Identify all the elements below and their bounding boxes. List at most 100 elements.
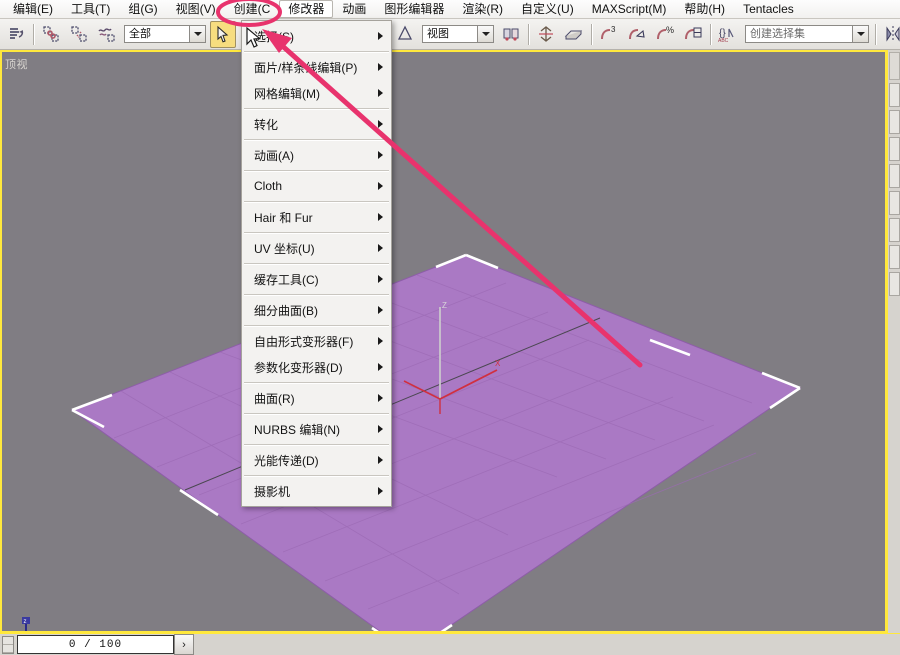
- menu-separator: [244, 139, 389, 140]
- menu-item-label: 光能传递(D): [254, 452, 378, 469]
- menu-item-parametric-deformers[interactable]: 参数化变形器(D): [242, 354, 391, 380]
- menu-item-help[interactable]: 帮助(H): [675, 0, 734, 18]
- menu-item-nurbs-editing[interactable]: NURBS 编辑(N): [242, 416, 391, 442]
- modifiers-dropdown[interactable]: 选择(S) 面片/样条线编辑(P) 网格编辑(M) 转化 动画(A) Cloth: [241, 20, 392, 507]
- submenu-arrow-icon: [378, 275, 383, 283]
- undo-button[interactable]: [3, 21, 29, 48]
- menu-item-free-form-deformers[interactable]: 自由形式变形器(F): [242, 328, 391, 354]
- menu-item-group[interactable]: 组(G): [119, 0, 166, 18]
- array-tool-button[interactable]: [561, 21, 587, 48]
- main-toolbar: 全部: [0, 19, 900, 50]
- spinner-snap-toggle-button[interactable]: [680, 21, 706, 48]
- menu-item-label: 网格编辑(M): [254, 85, 378, 102]
- menu-item-hair-and-fur[interactable]: Hair 和 Fur: [242, 204, 391, 230]
- svg-text:%: %: [666, 25, 674, 35]
- coord-system-value: 视图: [423, 26, 477, 42]
- command-panel-rollout[interactable]: [889, 218, 900, 242]
- snap-toggle-button[interactable]: 3: [596, 21, 622, 48]
- submenu-arrow-icon: [378, 394, 383, 402]
- percent-snap-toggle-button[interactable]: %: [652, 21, 678, 48]
- menu-item-label: 自由形式变形器(F): [254, 333, 378, 350]
- command-panel-rollout[interactable]: [889, 164, 900, 188]
- menu-item-animation-modifiers[interactable]: 动画(A): [242, 142, 391, 168]
- chevron-down-icon[interactable]: [477, 26, 493, 42]
- submenu-arrow-icon: [378, 456, 383, 464]
- select-and-scale-button[interactable]: [392, 21, 418, 48]
- menu-separator: [244, 444, 389, 445]
- menu-item-subdivision-surfaces[interactable]: 细分曲面(B): [242, 297, 391, 323]
- named-selection-set-combo[interactable]: 创建选择集: [745, 25, 869, 43]
- menu-item-rendering[interactable]: 渲染(R): [453, 0, 512, 18]
- menu-item-create[interactable]: 创建(C: [225, 0, 280, 18]
- command-panel-rollout[interactable]: [889, 110, 900, 134]
- submenu-arrow-icon: [378, 182, 383, 190]
- menu-separator: [244, 108, 389, 109]
- next-frame-button[interactable]: ›: [174, 634, 194, 655]
- mirror-button[interactable]: [880, 21, 900, 48]
- mirror-tool-button[interactable]: [533, 21, 559, 48]
- current-frame-field[interactable]: 0 / 100: [17, 635, 174, 654]
- select-object-button[interactable]: [210, 21, 236, 48]
- command-panel[interactable]: [887, 50, 900, 633]
- menu-item-mesh-editing[interactable]: 网格编辑(M): [242, 80, 391, 106]
- perspective-viewport[interactable]: Z X z x 顶视: [0, 50, 887, 633]
- selection-filter-combo[interactable]: 全部: [124, 25, 206, 43]
- menu-item-modifiers[interactable]: 修改器: [279, 0, 333, 18]
- menu-item-cache-tools[interactable]: 缓存工具(C): [242, 266, 391, 292]
- command-panel-tabs[interactable]: [889, 52, 900, 80]
- bind-to-space-warp-button[interactable]: [94, 21, 120, 48]
- unlink-selection-button[interactable]: [66, 21, 92, 48]
- menu-item-maxscript[interactable]: MAXScript(M): [583, 0, 676, 18]
- command-panel-rollout[interactable]: [889, 83, 900, 107]
- menu-item-radiosity[interactable]: 光能传递(D): [242, 447, 391, 473]
- submenu-arrow-icon: [378, 244, 383, 252]
- menu-separator: [244, 294, 389, 295]
- angle-snap-toggle-button[interactable]: [624, 21, 650, 48]
- menu-item-tentacles[interactable]: Tentacles: [734, 0, 803, 18]
- svg-text:3: 3: [611, 25, 616, 34]
- use-pivot-center-button[interactable]: [498, 21, 524, 48]
- svg-text:Z: Z: [442, 301, 447, 310]
- edit-named-selection-sets-button[interactable]: {} ABC: [715, 21, 741, 48]
- menu-item-views[interactable]: 视图(V): [167, 0, 225, 18]
- menu-item-tools[interactable]: 工具(T): [62, 0, 119, 18]
- max-application-window: 编辑(E) 工具(T) 组(G) 视图(V) 创建(C 修改器 动画 图形编辑器…: [0, 0, 900, 655]
- command-panel-rollout[interactable]: [889, 245, 900, 269]
- select-scale-icon: [396, 25, 414, 43]
- svg-text:X: X: [495, 359, 501, 368]
- select-object-icon: [214, 25, 232, 43]
- menu-item-customize[interactable]: 自定义(U): [512, 0, 583, 18]
- menu-item-patch-spline-editing[interactable]: 面片/样条线编辑(P): [242, 54, 391, 80]
- named-selection-set-placeholder: 创建选择集: [746, 26, 852, 42]
- menu-item-label: Cloth: [254, 179, 378, 193]
- menu-item-selection-modifiers[interactable]: 选择(S): [242, 23, 391, 49]
- menu-item-surface[interactable]: 曲面(R): [242, 385, 391, 411]
- menu-item-uv-coordinates[interactable]: UV 坐标(U): [242, 235, 391, 261]
- toolbar-separator: [875, 24, 876, 45]
- menu-item-graph-editors[interactable]: 图形编辑器: [375, 0, 453, 18]
- reference-coordinate-system-combo[interactable]: 视图: [422, 25, 494, 43]
- menu-item-label: 转化: [254, 116, 378, 133]
- toolbar-separator: [591, 24, 592, 45]
- command-panel-rollout[interactable]: [889, 191, 900, 215]
- select-link-icon: [41, 24, 61, 44]
- chevron-down-icon[interactable]: [189, 26, 205, 42]
- menu-separator: [244, 51, 389, 52]
- submenu-arrow-icon: [378, 487, 383, 495]
- menu-item-cloth[interactable]: Cloth: [242, 173, 391, 199]
- svg-text:ABC: ABC: [718, 38, 729, 44]
- select-and-link-button[interactable]: [38, 21, 64, 48]
- menu-item-animation[interactable]: 动画: [333, 0, 375, 18]
- menu-separator: [244, 325, 389, 326]
- command-panel-rollout[interactable]: [889, 272, 900, 296]
- chevron-down-icon[interactable]: [852, 26, 868, 42]
- menu-item-edit[interactable]: 编辑(E): [4, 0, 62, 18]
- pivot-center-icon: [502, 25, 520, 43]
- time-spinner[interactable]: [2, 636, 14, 654]
- menu-item-cameras[interactable]: 摄影机: [242, 478, 391, 504]
- menu-item-conversion[interactable]: 转化: [242, 111, 391, 137]
- percent-snap-icon: %: [654, 24, 676, 44]
- menu-item-label: Hair 和 Fur: [254, 209, 378, 226]
- edit-named-set-icon: {} ABC: [717, 24, 739, 44]
- command-panel-rollout[interactable]: [889, 137, 900, 161]
